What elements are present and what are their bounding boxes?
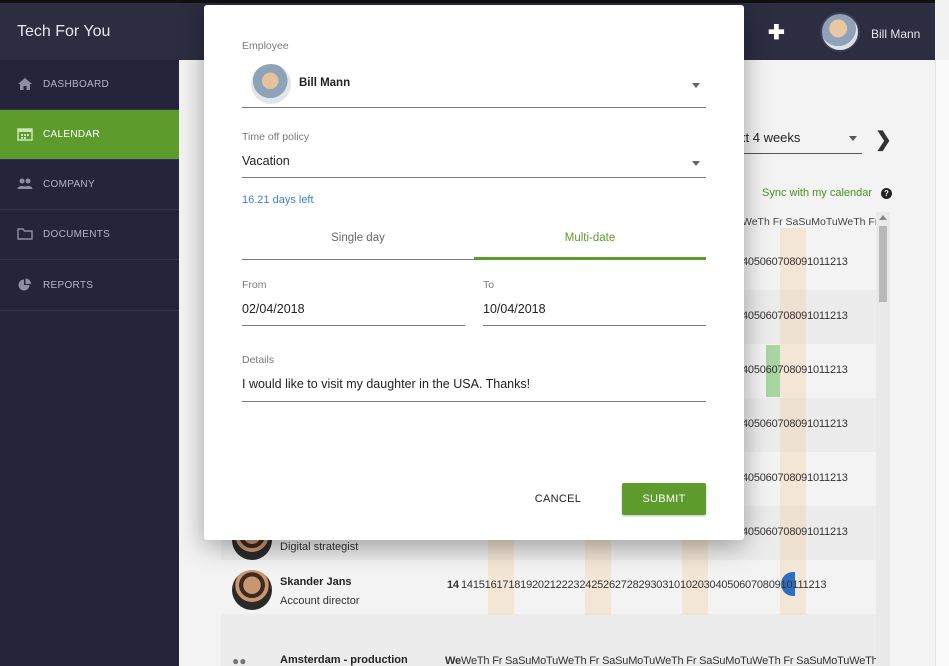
days-left-text: 16.21 days left — [242, 194, 314, 206]
cancel-button[interactable]: CANCEL — [526, 487, 590, 511]
from-label: From — [242, 279, 267, 291]
from-date-field[interactable] — [242, 325, 465, 326]
to-date-input[interactable]: 10/04/2018 — [483, 302, 546, 316]
details-input[interactable]: I would like to visit my daughter in the… — [242, 377, 530, 391]
policy-label: Time off policy — [242, 131, 310, 143]
chevron-down-icon[interactable] — [692, 83, 700, 88]
tab-multi-date[interactable]: Multi-date — [474, 222, 706, 260]
policy-select-value[interactable]: Vacation — [242, 154, 290, 168]
to-label: To — [483, 279, 495, 291]
time-off-dialog: Employee Bill Mann Time off policy Vacat… — [204, 5, 744, 540]
details-label: Details — [242, 354, 275, 366]
from-date-input[interactable]: 02/04/2018 — [242, 302, 305, 316]
employee-label: Employee — [242, 40, 289, 52]
employee-select[interactable] — [242, 107, 706, 108]
employee-select-value[interactable]: Bill Mann — [299, 77, 350, 89]
submit-button[interactable]: SUBMIT — [622, 483, 706, 515]
details-field[interactable] — [242, 401, 706, 402]
to-date-field[interactable] — [483, 325, 706, 326]
tab-single-day[interactable]: Single day — [242, 222, 474, 260]
chevron-down-icon[interactable] — [692, 161, 700, 166]
employee-avatar — [251, 64, 291, 104]
policy-select[interactable] — [242, 177, 706, 178]
